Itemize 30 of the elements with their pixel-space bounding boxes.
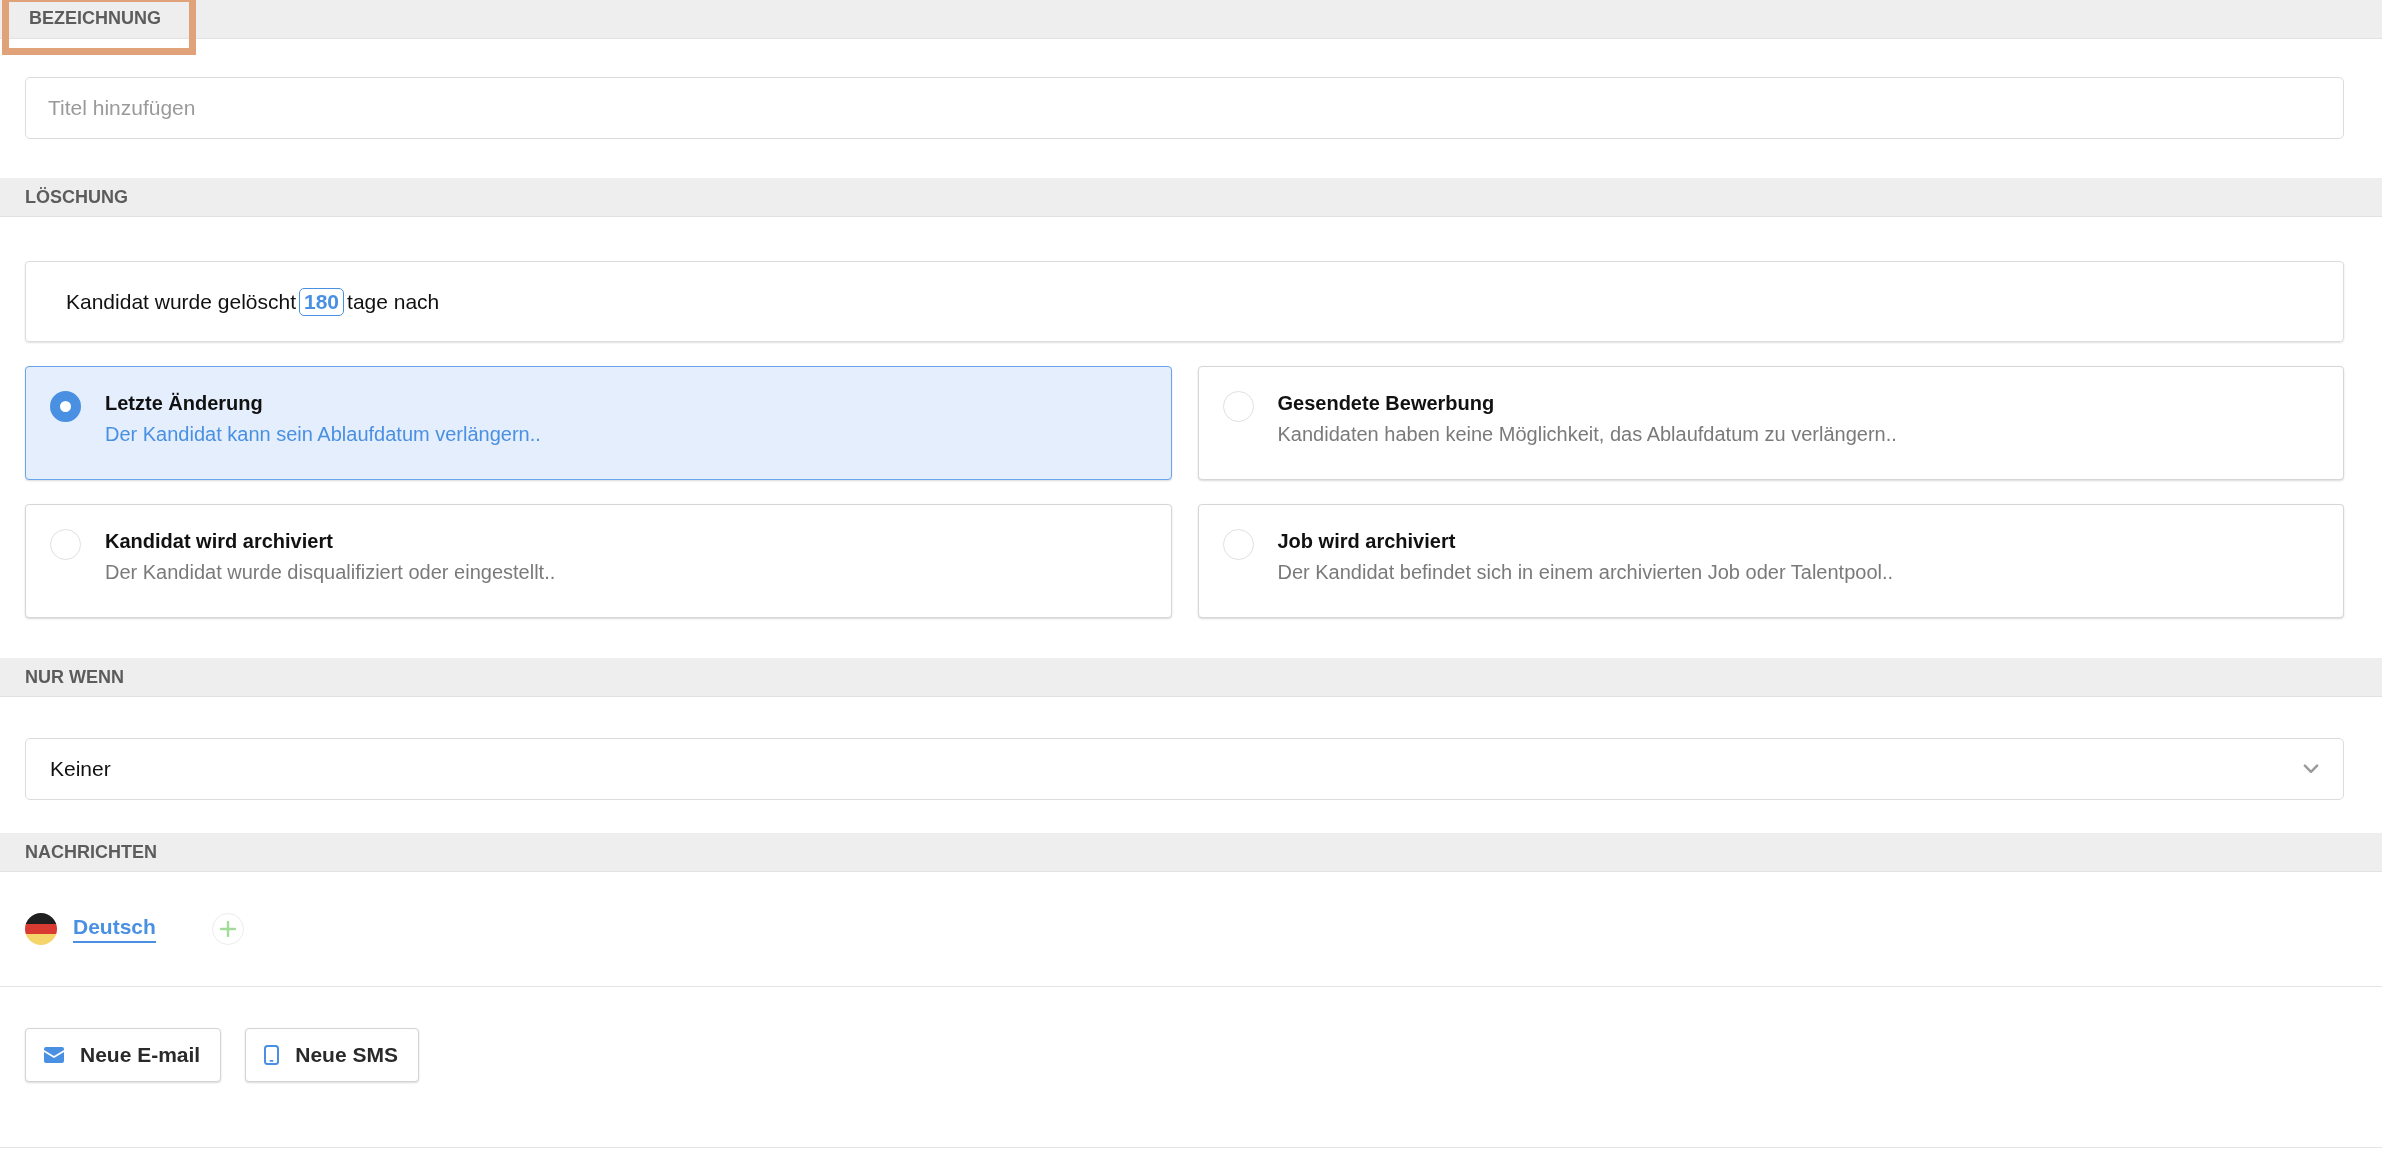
envelope-icon <box>44 1047 64 1063</box>
new-email-button[interactable]: Neue E-mail <box>25 1028 222 1082</box>
title-input[interactable]: Titel hinzufügen <box>25 77 2344 139</box>
option-description: Kandidaten haben keine Möglichkeit, das Ablaufdatum zu verlängern.. <box>1277 422 1897 446</box>
section-title: BEZEICHNUNG <box>2 0 196 55</box>
phone-icon <box>264 1045 280 1065</box>
option-description: Der Kandidat kann sein Ablaufdatum verlängern.. <box>105 422 541 446</box>
option-card[interactable]: Kandidat wird archiviert Der Kandidat wurde disqualifiziert oder eingestellt.. <box>25 504 1172 618</box>
condition-dropdown[interactable]: Keiner <box>25 738 2344 800</box>
flag-icon <box>25 913 57 945</box>
plus-icon <box>219 921 236 937</box>
option-title: Letzte Änderung <box>105 391 264 415</box>
option-description: Der Kandidat befindet sich in einem archivierten Job oder Talentpool.. <box>1277 560 1894 584</box>
radio-button[interactable] <box>50 391 81 422</box>
new-sms-button[interactable]: Neue SMS <box>245 1028 419 1082</box>
section-title: LÖSCHUNG <box>25 186 128 208</box>
option-description: Der Kandidat wurde disqualifiziert oder eingestellt.. <box>105 560 556 584</box>
option-title: Gesendete Bewerbung <box>1277 391 1496 415</box>
rule-text: Kandidat wurde gelöscht <box>66 289 296 314</box>
add-language-button[interactable] <box>211 913 244 945</box>
dropdown-value: Keiner <box>50 757 111 781</box>
chevron-down-icon <box>2303 764 2319 774</box>
option-card[interactable]: Letzte Änderung Der Kandidat kann sein Ablaufdatum verlängern.. <box>25 366 1172 480</box>
option-title: Job wird archiviert <box>1277 529 1457 553</box>
option-title: Kandidat wird archiviert <box>105 529 334 553</box>
option-card[interactable]: Gesendete Bewerbung Kandidaten haben keine Möglichkeit, das Ablaufdatum zu verlängern.. <box>1197 366 2344 480</box>
rule-text: tage nach <box>347 289 440 314</box>
option-card[interactable]: Job wird archiviert Der Kandidat befindet sich in einem archivierten Job oder Talentpool.. <box>1197 504 2344 618</box>
section-title: NACHRICHTEN <box>25 841 157 863</box>
section-title: NUR WENN <box>25 666 124 688</box>
